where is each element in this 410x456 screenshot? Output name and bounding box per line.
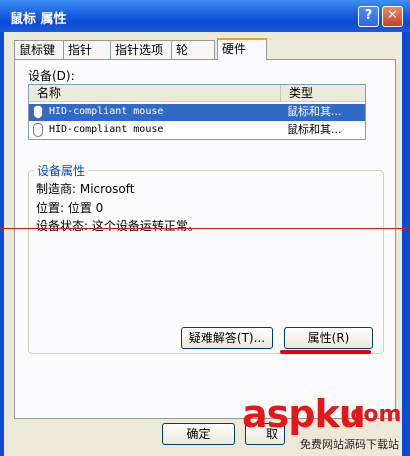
- devices-label: 设备(D):: [28, 69, 75, 83]
- device-type: 鼠标和其...: [287, 105, 342, 118]
- device-properties-title: 设备属性: [34, 162, 89, 179]
- window-title: 鼠标 属性: [10, 12, 67, 27]
- ok-button[interactable]: 确定: [162, 423, 235, 445]
- device-type: 鼠标和其...: [287, 123, 342, 136]
- troubleshoot-button[interactable]: 疑难解答(T)...: [181, 327, 273, 349]
- properties-button[interactable]: 属性(R): [284, 327, 373, 349]
- window-frame-right: [402, 32, 410, 456]
- help-button[interactable]: ?: [358, 6, 379, 27]
- close-button[interactable]: ✕: [382, 6, 403, 27]
- annotation-line: [0, 228, 410, 229]
- tab-pointer-options[interactable]: 指针选项: [110, 40, 172, 59]
- device-list[interactable]: 名称 类型 HID-compliant mouse 鼠标和其... HID-co…: [28, 84, 366, 140]
- tab-wheel[interactable]: 轮: [171, 40, 215, 59]
- device-row[interactable]: HID-compliant mouse 鼠标和其...: [29, 104, 365, 121]
- watermark-tagline: 免费网站源码下载站: [300, 438, 399, 451]
- column-header-name[interactable]: 名称: [29, 85, 281, 102]
- annotation-underline: [280, 350, 371, 354]
- device-name: HID-compliant mouse: [49, 124, 164, 135]
- device-status-text: 设备状态: 这个设备运转正常。: [36, 219, 200, 233]
- column-header-type[interactable]: 类型: [281, 85, 365, 102]
- manufacturer-text: 制造商: Microsoft: [36, 182, 135, 196]
- tab-buttons[interactable]: 鼠标键: [14, 40, 64, 59]
- mouse-properties-window: 鼠标 属性 ? ✕ 鼠标键 指针 指针选项 轮 硬件 设备(D): 名称 类型 …: [0, 0, 410, 456]
- mouse-icon: [33, 123, 43, 137]
- device-row[interactable]: HID-compliant mouse 鼠标和其...: [29, 122, 365, 139]
- watermark-suffix: .com: [342, 402, 402, 427]
- tab-hardware[interactable]: 硬件: [217, 38, 267, 60]
- tab-pointers[interactable]: 指针: [63, 40, 111, 59]
- device-name: HID-compliant mouse: [49, 106, 164, 117]
- title-bar[interactable]: 鼠标 属性 ? ✕: [0, 0, 410, 32]
- mouse-icon: [33, 105, 43, 119]
- location-text: 位置: 位置 0: [36, 201, 104, 215]
